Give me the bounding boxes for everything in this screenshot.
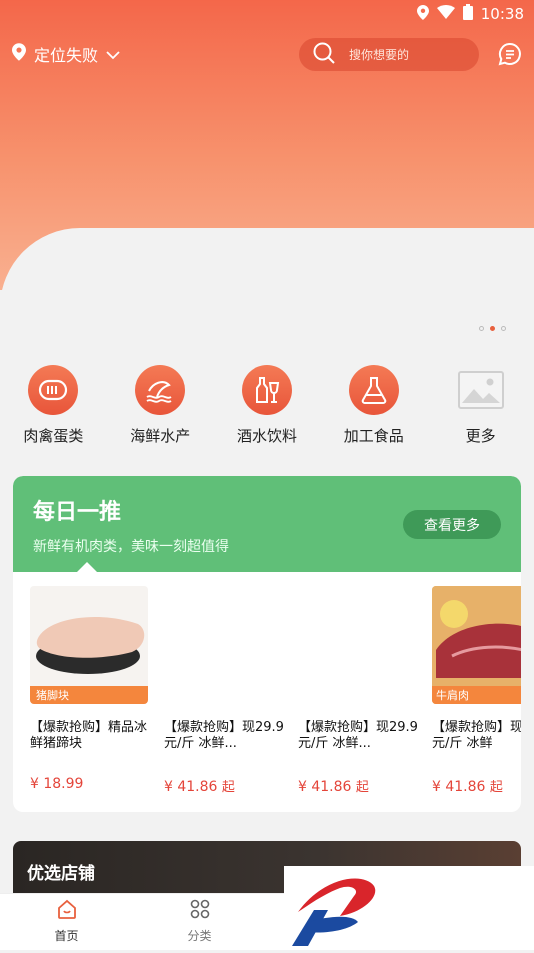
product-name: 【爆款抢购】现29.9元/斤 冰鲜... <box>298 720 418 751</box>
battery-icon <box>462 4 473 24</box>
product-image <box>298 586 416 704</box>
product-tag: 猪脚块 <box>36 688 69 702</box>
status-bar: 10:38 <box>416 4 524 24</box>
daily-push-title: 每日一推 <box>33 500 122 525</box>
product-name: 【爆款抢购】现29.9元/斤 冰鲜 <box>432 720 521 751</box>
location-pin-icon <box>416 4 429 24</box>
product-card[interactable]: 【爆款抢购】现29.9元/斤 冰鲜... ¥ 41.86 起 <box>298 572 418 795</box>
wifi-icon <box>436 5 455 23</box>
tab-label: 分类 <box>187 929 212 943</box>
category-more[interactable]: 更多 <box>427 365 534 446</box>
category-seafood[interactable]: 海鲜水产 <box>107 365 214 446</box>
meat-icon <box>28 365 79 415</box>
seafood-icon <box>135 365 186 415</box>
product-price: ¥ 41.86 起 <box>298 779 369 795</box>
product-price: ¥ 41.86 起 <box>164 779 235 795</box>
category-label: 酒水饮料 <box>236 427 297 445</box>
banner-indicator <box>479 326 506 331</box>
product-image <box>164 586 282 704</box>
banner-dot-active <box>490 326 495 331</box>
view-more-button[interactable]: 查看更多 <box>403 510 501 539</box>
product-image: 牛肩肉 <box>432 586 521 704</box>
category-label: 更多 <box>465 427 496 445</box>
product-image: 猪脚块 <box>30 586 148 704</box>
product-price: ¥ 41.86 起 <box>432 779 503 795</box>
tab-home[interactable]: 首页 <box>0 894 133 950</box>
flask-icon <box>348 365 399 415</box>
daily-push-subtitle: 新鲜有机肉类，美味一刻超值得 <box>33 539 229 555</box>
product-price: ¥ 18.99 <box>30 776 84 792</box>
category-label: 肉禽蛋类 <box>23 427 84 445</box>
product-list: 猪脚块 【爆款抢购】精品冰鲜猪蹄块 ¥ 18.99 【爆款抢购】现29.9元/斤… <box>13 572 521 812</box>
product-card[interactable]: 牛肩肉 【爆款抢购】现29.9元/斤 冰鲜 ¥ 41.86 起 <box>432 572 521 795</box>
category-drinks[interactable]: 酒水饮料 <box>214 365 321 446</box>
location-pin-icon <box>12 43 26 65</box>
watermark-logo <box>284 866 534 949</box>
featured-shops-title: 优选店铺 <box>27 864 95 884</box>
tab-label: 首页 <box>54 929 79 943</box>
daily-push-card: 每日一推 新鲜有机肉类，美味一刻超值得 查看更多 猪脚块 【爆款抢购】精品冰鲜猪… <box>13 476 521 812</box>
category-label: 加工食品 <box>343 427 404 445</box>
category-meat[interactable]: 肉禽蛋类 <box>0 365 107 446</box>
search-placeholder: 搜你想要的 <box>349 48 410 62</box>
product-name: 【爆款抢购】精品冰鲜猪蹄块 <box>30 720 148 751</box>
product-card[interactable]: 猪脚块 【爆款抢购】精品冰鲜猪蹄块 ¥ 18.99 <box>30 572 150 792</box>
location-text: 定位失败 <box>34 46 99 65</box>
home-icon <box>56 898 78 923</box>
category-label: 海鲜水产 <box>130 427 191 445</box>
chat-bubble-icon <box>498 42 522 70</box>
clock: 10:38 <box>480 5 524 23</box>
hero-curve <box>0 228 534 290</box>
banner-dot <box>501 326 506 331</box>
location-selector[interactable]: 定位失败 <box>12 42 120 66</box>
header-notch <box>77 562 97 572</box>
category-icon <box>189 898 211 923</box>
drinks-icon <box>241 365 292 415</box>
product-card[interactable]: 【爆款抢购】现29.9元/斤 冰鲜... ¥ 41.86 起 <box>164 572 284 795</box>
banner-dot <box>479 326 484 331</box>
product-tag: 牛肩肉 <box>436 688 469 702</box>
category-processed[interactable]: 加工食品 <box>320 365 427 446</box>
message-button[interactable] <box>498 42 522 70</box>
search-input[interactable]: 搜你想要的 <box>299 38 479 71</box>
category-grid: 肉禽蛋类 海鲜水产 酒水饮料 加工食品 更多 <box>0 365 534 446</box>
search-icon <box>313 42 335 67</box>
product-name: 【爆款抢购】现29.9元/斤 冰鲜... <box>164 720 284 751</box>
image-placeholder-icon <box>457 371 504 409</box>
daily-push-header: 每日一推 新鲜有机肉类，美味一刻超值得 查看更多 <box>13 476 521 572</box>
tab-category[interactable]: 分类 <box>133 894 266 950</box>
chevron-down-icon <box>106 45 120 64</box>
